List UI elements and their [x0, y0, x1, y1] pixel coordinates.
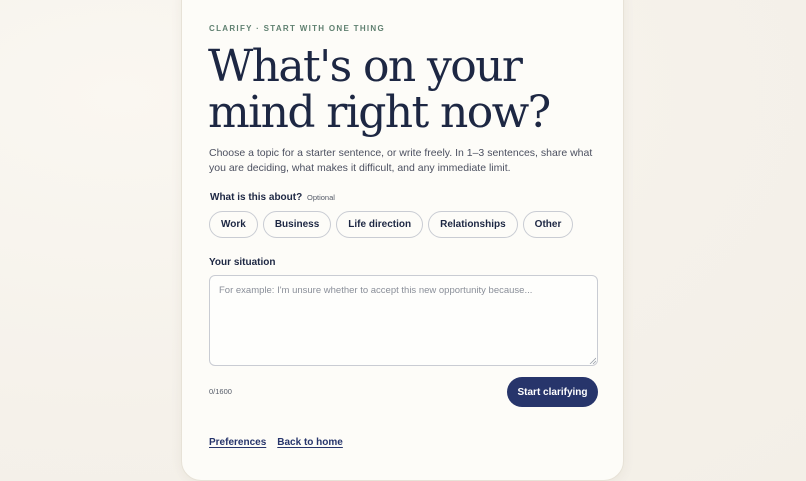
page-description: Choose a topic for a starter sentence, o…: [209, 147, 593, 174]
back-to-home-link[interactable]: Back to home: [277, 437, 343, 448]
topic-chip-relationships[interactable]: Relationships: [428, 211, 518, 238]
topic-chip-work[interactable]: Work: [209, 211, 258, 238]
resize-grip-icon[interactable]: [589, 357, 596, 364]
topic-chip-life-direction[interactable]: Life direction: [336, 211, 424, 238]
preferences-link[interactable]: Preferences: [209, 437, 266, 448]
start-clarifying-button[interactable]: Start clarifying: [507, 377, 598, 407]
page-title: What's on your mind right now?: [208, 41, 551, 138]
topic-chip-business[interactable]: Business: [262, 211, 332, 238]
character-counter: 0/1600: [209, 387, 232, 396]
eyebrow-label: CLARIFY · START WITH ONE THING: [209, 24, 386, 33]
optional-tag: Optional: [307, 193, 335, 202]
situation-textarea[interactable]: [209, 275, 598, 366]
topic-chip-group: Work Business Life direction Relationshi…: [209, 211, 574, 238]
topic-label-text: What is this about?: [210, 192, 303, 203]
footer-links: Preferences Back to home: [209, 437, 343, 448]
topic-chip-other[interactable]: Other: [522, 211, 574, 238]
clarify-card: CLARIFY · START WITH ONE THING What's on…: [181, 0, 624, 481]
topic-label: What is this about? Optional: [210, 192, 335, 203]
situation-label: Your situation: [209, 257, 276, 268]
